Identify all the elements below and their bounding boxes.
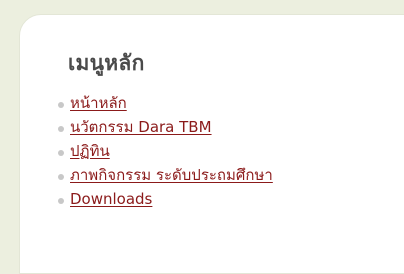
bullet-icon xyxy=(58,149,64,156)
menu-panel: เมนูหลัก หน้าหลัก นวัตกรรม Dara TBM ปฏิท… xyxy=(19,14,404,274)
bullet-icon xyxy=(58,125,64,132)
menu-item-innovation[interactable]: นวัตกรรม Dara TBM xyxy=(58,115,273,139)
bullet-icon xyxy=(58,197,64,204)
menu-item-home[interactable]: หน้าหลัก xyxy=(58,91,273,115)
menu-list: หน้าหลัก นวัตกรรม Dara TBM ปฏิทิน ภาพกิจ… xyxy=(58,91,273,211)
menu-item-calendar[interactable]: ปฏิทิน xyxy=(58,139,273,163)
menu-heading: เมนูหลัก xyxy=(68,51,145,75)
menu-link-calendar[interactable]: ปฏิทิน xyxy=(70,139,110,163)
menu-link-downloads[interactable]: Downloads xyxy=(70,190,152,208)
menu-item-activities[interactable]: ภาพกิจกรรม ระดับประถมศึกษา xyxy=(58,163,273,187)
menu-link-activities[interactable]: ภาพกิจกรรม ระดับประถมศึกษา xyxy=(70,163,273,187)
menu-item-downloads[interactable]: Downloads xyxy=(58,187,273,211)
menu-link-home[interactable]: หน้าหลัก xyxy=(70,91,127,115)
menu-link-innovation[interactable]: นวัตกรรม Dara TBM xyxy=(70,115,212,139)
bullet-icon xyxy=(58,173,64,180)
bullet-icon xyxy=(58,101,64,108)
